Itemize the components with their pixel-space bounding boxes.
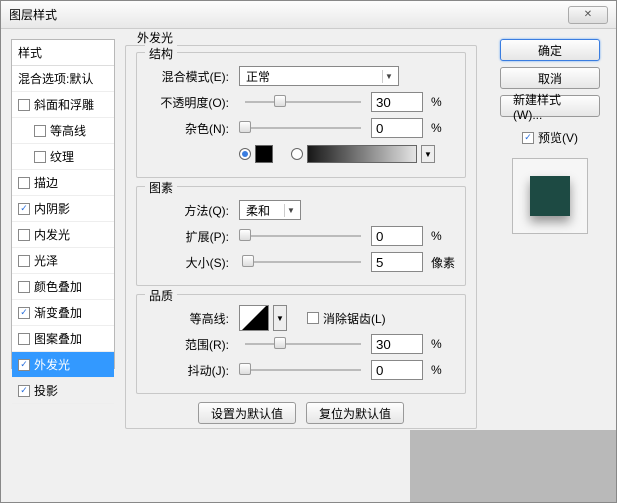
style-item-label: 外发光 (34, 356, 70, 373)
effect-panel: 外发光 结构 混合模式(E): 正常 ▼ 不透明度(O): (125, 31, 477, 437)
style-item-checkbox[interactable] (18, 385, 30, 397)
preview-shape (530, 176, 570, 216)
antialias-checkbox[interactable] (307, 312, 319, 324)
opacity-slider[interactable] (245, 93, 361, 111)
jitter-label: 抖动(J): (147, 362, 235, 379)
style-item-3[interactable]: 描边 (12, 170, 114, 196)
style-item-label: 渐变叠加 (34, 304, 82, 321)
gradient-radio[interactable] (291, 148, 303, 160)
blend-mode-label: 混合模式(E): (147, 68, 235, 85)
contour-label: 等高线: (147, 310, 235, 327)
style-item-label: 图案叠加 (34, 330, 82, 347)
window-title: 图层样式 (9, 6, 568, 23)
styles-header: 样式 (12, 40, 114, 66)
style-item-2[interactable]: 纹理 (12, 144, 114, 170)
style-item-label: 内阴影 (34, 200, 70, 217)
size-label: 大小(S): (147, 254, 235, 271)
style-item-checkbox[interactable] (18, 359, 30, 371)
panel-title: 外发光 (133, 29, 177, 46)
size-input[interactable] (371, 252, 423, 272)
opacity-label: 不透明度(O): (147, 94, 235, 111)
style-item-11[interactable]: 投影 (12, 378, 114, 404)
element-group: 图素 方法(Q): 柔和 ▼ 扩展(P): % (136, 186, 466, 286)
gradient-swatch[interactable] (307, 145, 417, 163)
style-item-0[interactable]: 斜面和浮雕 (12, 92, 114, 118)
cancel-button[interactable]: 取消 (500, 67, 600, 89)
style-item-7[interactable]: 颜色叠加 (12, 274, 114, 300)
style-item-label: 斜面和浮雕 (34, 96, 94, 113)
size-slider[interactable] (245, 253, 361, 271)
noise-label: 杂色(N): (147, 120, 235, 137)
bottom-gray-block (410, 430, 616, 502)
right-panel: 确定 取消 新建样式(W)... 预览(V) (496, 39, 604, 234)
style-item-label: 等高线 (50, 122, 86, 139)
structure-group: 结构 混合模式(E): 正常 ▼ 不透明度(O): % (136, 52, 466, 178)
jitter-input[interactable] (371, 360, 423, 380)
contour-picker[interactable] (239, 305, 269, 331)
spread-label: 扩展(P): (147, 228, 235, 245)
style-item-label: 光泽 (34, 252, 58, 269)
style-item-checkbox[interactable] (18, 307, 30, 319)
style-item-10[interactable]: 外发光 (12, 352, 114, 378)
antialias-label: 消除锯齿(L) (323, 310, 386, 327)
style-item-4[interactable]: 内阴影 (12, 196, 114, 222)
style-item-8[interactable]: 渐变叠加 (12, 300, 114, 326)
gradient-dropdown[interactable]: ▼ (421, 145, 435, 163)
range-input[interactable] (371, 334, 423, 354)
style-item-checkbox[interactable] (34, 125, 46, 137)
style-item-checkbox[interactable] (18, 229, 30, 241)
blend-options-default[interactable]: 混合选项:默认 (12, 66, 114, 92)
solid-color-radio[interactable] (239, 148, 251, 160)
style-item-label: 颜色叠加 (34, 278, 82, 295)
chevron-down-icon: ▼ (382, 70, 395, 83)
style-item-1[interactable]: 等高线 (12, 118, 114, 144)
spread-input[interactable] (371, 226, 423, 246)
contour-dropdown[interactable]: ▼ (273, 305, 287, 331)
range-label: 范围(R): (147, 336, 235, 353)
chevron-down-icon: ▼ (284, 204, 297, 217)
preview-thumbnail (512, 158, 588, 234)
noise-input[interactable] (371, 118, 423, 138)
reset-default-button[interactable]: 复位为默认值 (306, 402, 404, 424)
style-item-checkbox[interactable] (18, 281, 30, 293)
style-item-6[interactable]: 光泽 (12, 248, 114, 274)
titlebar[interactable]: 图层样式 ✕ (1, 1, 616, 29)
set-default-button[interactable]: 设置为默认值 (198, 402, 296, 424)
quality-group: 品质 等高线: ▼ 消除锯齿(L) 范围(R): % (136, 294, 466, 394)
style-item-label: 内发光 (34, 226, 70, 243)
style-item-9[interactable]: 图案叠加 (12, 326, 114, 352)
style-item-checkbox[interactable] (18, 255, 30, 267)
preview-checkbox[interactable] (522, 132, 534, 144)
style-item-label: 描边 (34, 174, 58, 191)
noise-slider[interactable] (245, 119, 361, 137)
spread-slider[interactable] (245, 227, 361, 245)
style-item-5[interactable]: 内发光 (12, 222, 114, 248)
ok-button[interactable]: 确定 (500, 39, 600, 61)
jitter-slider[interactable] (245, 361, 361, 379)
style-item-checkbox[interactable] (18, 333, 30, 345)
style-item-label: 投影 (34, 382, 58, 399)
color-swatch[interactable] (255, 145, 273, 163)
style-item-checkbox[interactable] (18, 99, 30, 111)
range-slider[interactable] (245, 335, 361, 353)
styles-list: 样式 混合选项:默认 斜面和浮雕等高线纹理描边内阴影内发光光泽颜色叠加渐变叠加图… (11, 39, 115, 369)
style-item-checkbox[interactable] (18, 177, 30, 189)
opacity-input[interactable] (371, 92, 423, 112)
blend-mode-select[interactable]: 正常 ▼ (239, 66, 399, 86)
layer-style-dialog: 图层样式 ✕ 样式 混合选项:默认 斜面和浮雕等高线纹理描边内阴影内发光光泽颜色… (0, 0, 617, 503)
style-item-label: 纹理 (50, 148, 74, 165)
close-button[interactable]: ✕ (568, 6, 608, 24)
new-style-button[interactable]: 新建样式(W)... (500, 95, 600, 117)
style-item-checkbox[interactable] (34, 151, 46, 163)
style-item-checkbox[interactable] (18, 203, 30, 215)
preview-label: 预览(V) (538, 129, 578, 146)
close-icon: ✕ (584, 9, 592, 20)
method-label: 方法(Q): (147, 202, 235, 219)
method-select[interactable]: 柔和 ▼ (239, 200, 301, 220)
